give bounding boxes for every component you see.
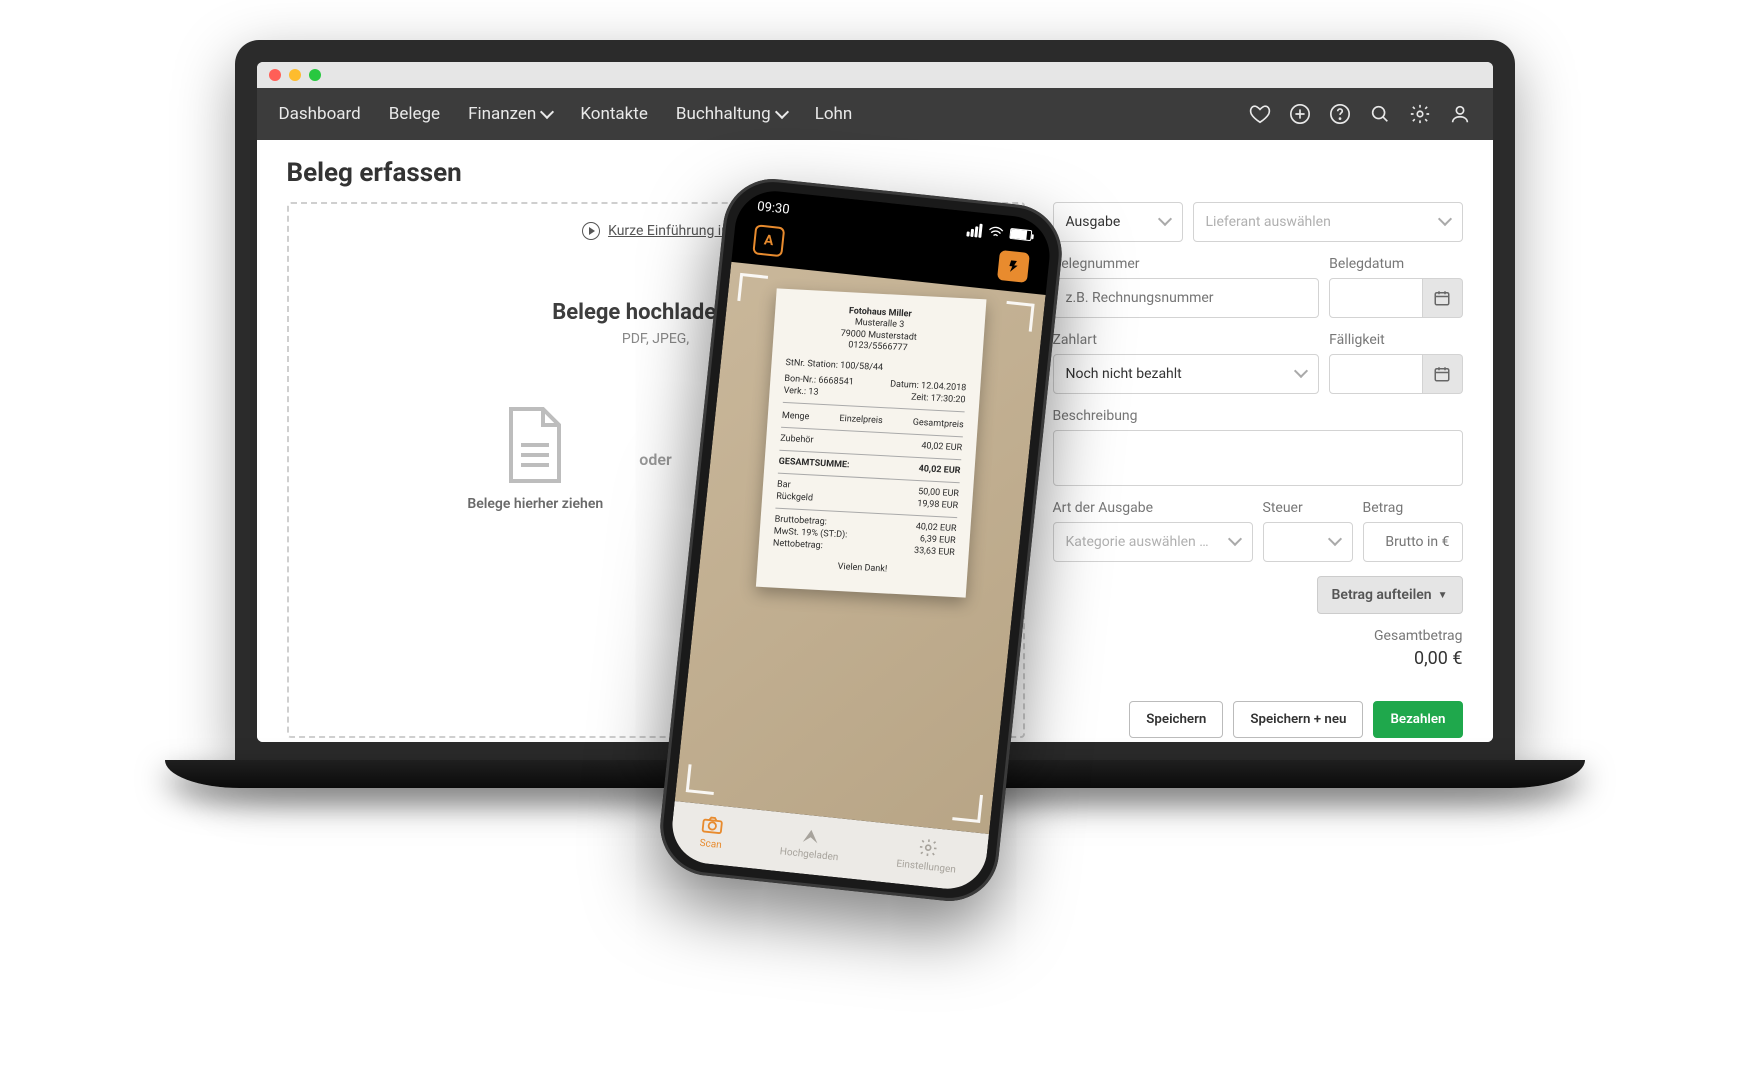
flash-off-icon [1005, 259, 1020, 274]
chevron-down-icon [1440, 214, 1450, 230]
nav-belege[interactable]: Belege [389, 104, 440, 124]
traffic-light-minimize[interactable] [289, 69, 301, 81]
save-and-new-button[interactable]: Speichern + neu [1233, 701, 1363, 738]
chevron-down-icon [1296, 366, 1306, 382]
drag-here-label: Belege hierher ziehen [467, 495, 603, 513]
chevron-down-icon [1230, 534, 1240, 550]
phone-tab-settings[interactable]: Einstellungen [895, 835, 958, 876]
user-icon[interactable] [1449, 103, 1471, 125]
page-title: Beleg erfassen [287, 158, 1463, 188]
chevron-down-icon [542, 104, 552, 124]
chevron-down-icon [1330, 534, 1340, 550]
nav-lohn[interactable]: Lohn [815, 104, 853, 124]
frame-corner [737, 273, 768, 304]
chevron-down-icon [1160, 214, 1170, 230]
type-select[interactable]: Ausgabe [1053, 202, 1183, 242]
intro-video-link[interactable]: Kurze Einführung in [582, 222, 729, 240]
nav-buchhaltung[interactable]: Buchhaltung [676, 104, 787, 124]
frame-corner [685, 764, 716, 795]
beschreibung-input[interactable] [1053, 430, 1463, 486]
wifi-icon [987, 225, 1004, 239]
nav-kontakte[interactable]: Kontakte [580, 104, 648, 124]
or-separator: oder [639, 450, 671, 469]
auto-capture-toggle[interactable]: A [752, 224, 785, 257]
receipt-form: Ausgabe Lieferant auswählen Belegnummer [1053, 202, 1463, 738]
file-icon [503, 405, 567, 485]
art-label: Art der Ausgabe [1053, 500, 1253, 516]
pay-button[interactable]: Bezahlen [1373, 701, 1462, 738]
belegdatum-label: Belegdatum [1329, 256, 1462, 272]
frame-corner [952, 792, 983, 823]
nav-dashboard[interactable]: Dashboard [279, 104, 361, 124]
split-amount-button[interactable]: Betrag aufteilen ▼ [1317, 576, 1463, 614]
faelligkeit-calendar-button[interactable] [1423, 354, 1463, 394]
dropzone-subheading: PDF, JPEG, [622, 331, 689, 347]
amount-input[interactable] [1363, 522, 1463, 562]
belegdatum-input[interactable] [1329, 278, 1422, 318]
intro-link-text: Kurze Einführung in [608, 223, 729, 239]
phone-tab-scan[interactable]: Scan [699, 814, 725, 851]
calendar-icon [1433, 365, 1451, 383]
total-label: Gesamtbetrag [1374, 628, 1462, 644]
logo-icon [799, 824, 823, 846]
play-icon [582, 222, 600, 240]
flash-toggle[interactable] [996, 250, 1029, 283]
phone-time: 09:30 [756, 199, 790, 217]
calendar-icon [1433, 289, 1451, 307]
nav-finanzen[interactable]: Finanzen [468, 104, 552, 124]
save-button[interactable]: Speichern [1129, 701, 1223, 738]
beschreibung-label: Beschreibung [1053, 408, 1463, 424]
belegnummer-input[interactable] [1053, 278, 1320, 318]
faelligkeit-label: Fälligkeit [1329, 332, 1462, 348]
scanned-receipt: Fotohaus Miller Musteralle 3 79000 Muste… [755, 288, 986, 598]
mac-titlebar [257, 62, 1493, 88]
zahlart-label: Zahlart [1053, 332, 1320, 348]
search-icon[interactable] [1369, 103, 1391, 125]
frame-corner [1003, 301, 1034, 332]
camera-viewfinder[interactable]: Fotohaus Miller Musteralle 3 79000 Muste… [674, 262, 1045, 834]
traffic-light-close[interactable] [269, 69, 281, 81]
battery-icon [1009, 228, 1032, 241]
traffic-light-zoom[interactable] [309, 69, 321, 81]
supplier-select[interactable]: Lieferant auswählen [1193, 202, 1463, 242]
add-icon[interactable] [1289, 103, 1311, 125]
chevron-down-icon [777, 104, 787, 124]
belegnummer-label: Belegnummer [1053, 256, 1320, 272]
steuer-label: Steuer [1263, 500, 1353, 516]
heart-icon[interactable] [1249, 103, 1271, 125]
app-navbar: Dashboard Belege Finanzen Kontakte Buchh… [257, 88, 1493, 140]
phone-mockup: 09:30 A Fotohaus [655, 174, 1066, 906]
help-icon[interactable] [1329, 103, 1351, 125]
category-select[interactable]: Kategorie auswählen … [1053, 522, 1253, 562]
faelligkeit-input[interactable] [1329, 354, 1422, 394]
zahlart-select[interactable]: Noch nicht bezahlt [1053, 354, 1320, 394]
gear-icon[interactable] [1409, 103, 1431, 125]
belegdatum-calendar-button[interactable] [1423, 278, 1463, 318]
camera-icon [700, 814, 724, 836]
tax-select[interactable] [1263, 522, 1353, 562]
phone-tab-uploaded[interactable]: Hochgeladen [779, 822, 841, 863]
gear-icon [916, 837, 940, 859]
betrag-label: Betrag [1363, 500, 1463, 516]
total-value: 0,00 € [1374, 648, 1462, 669]
